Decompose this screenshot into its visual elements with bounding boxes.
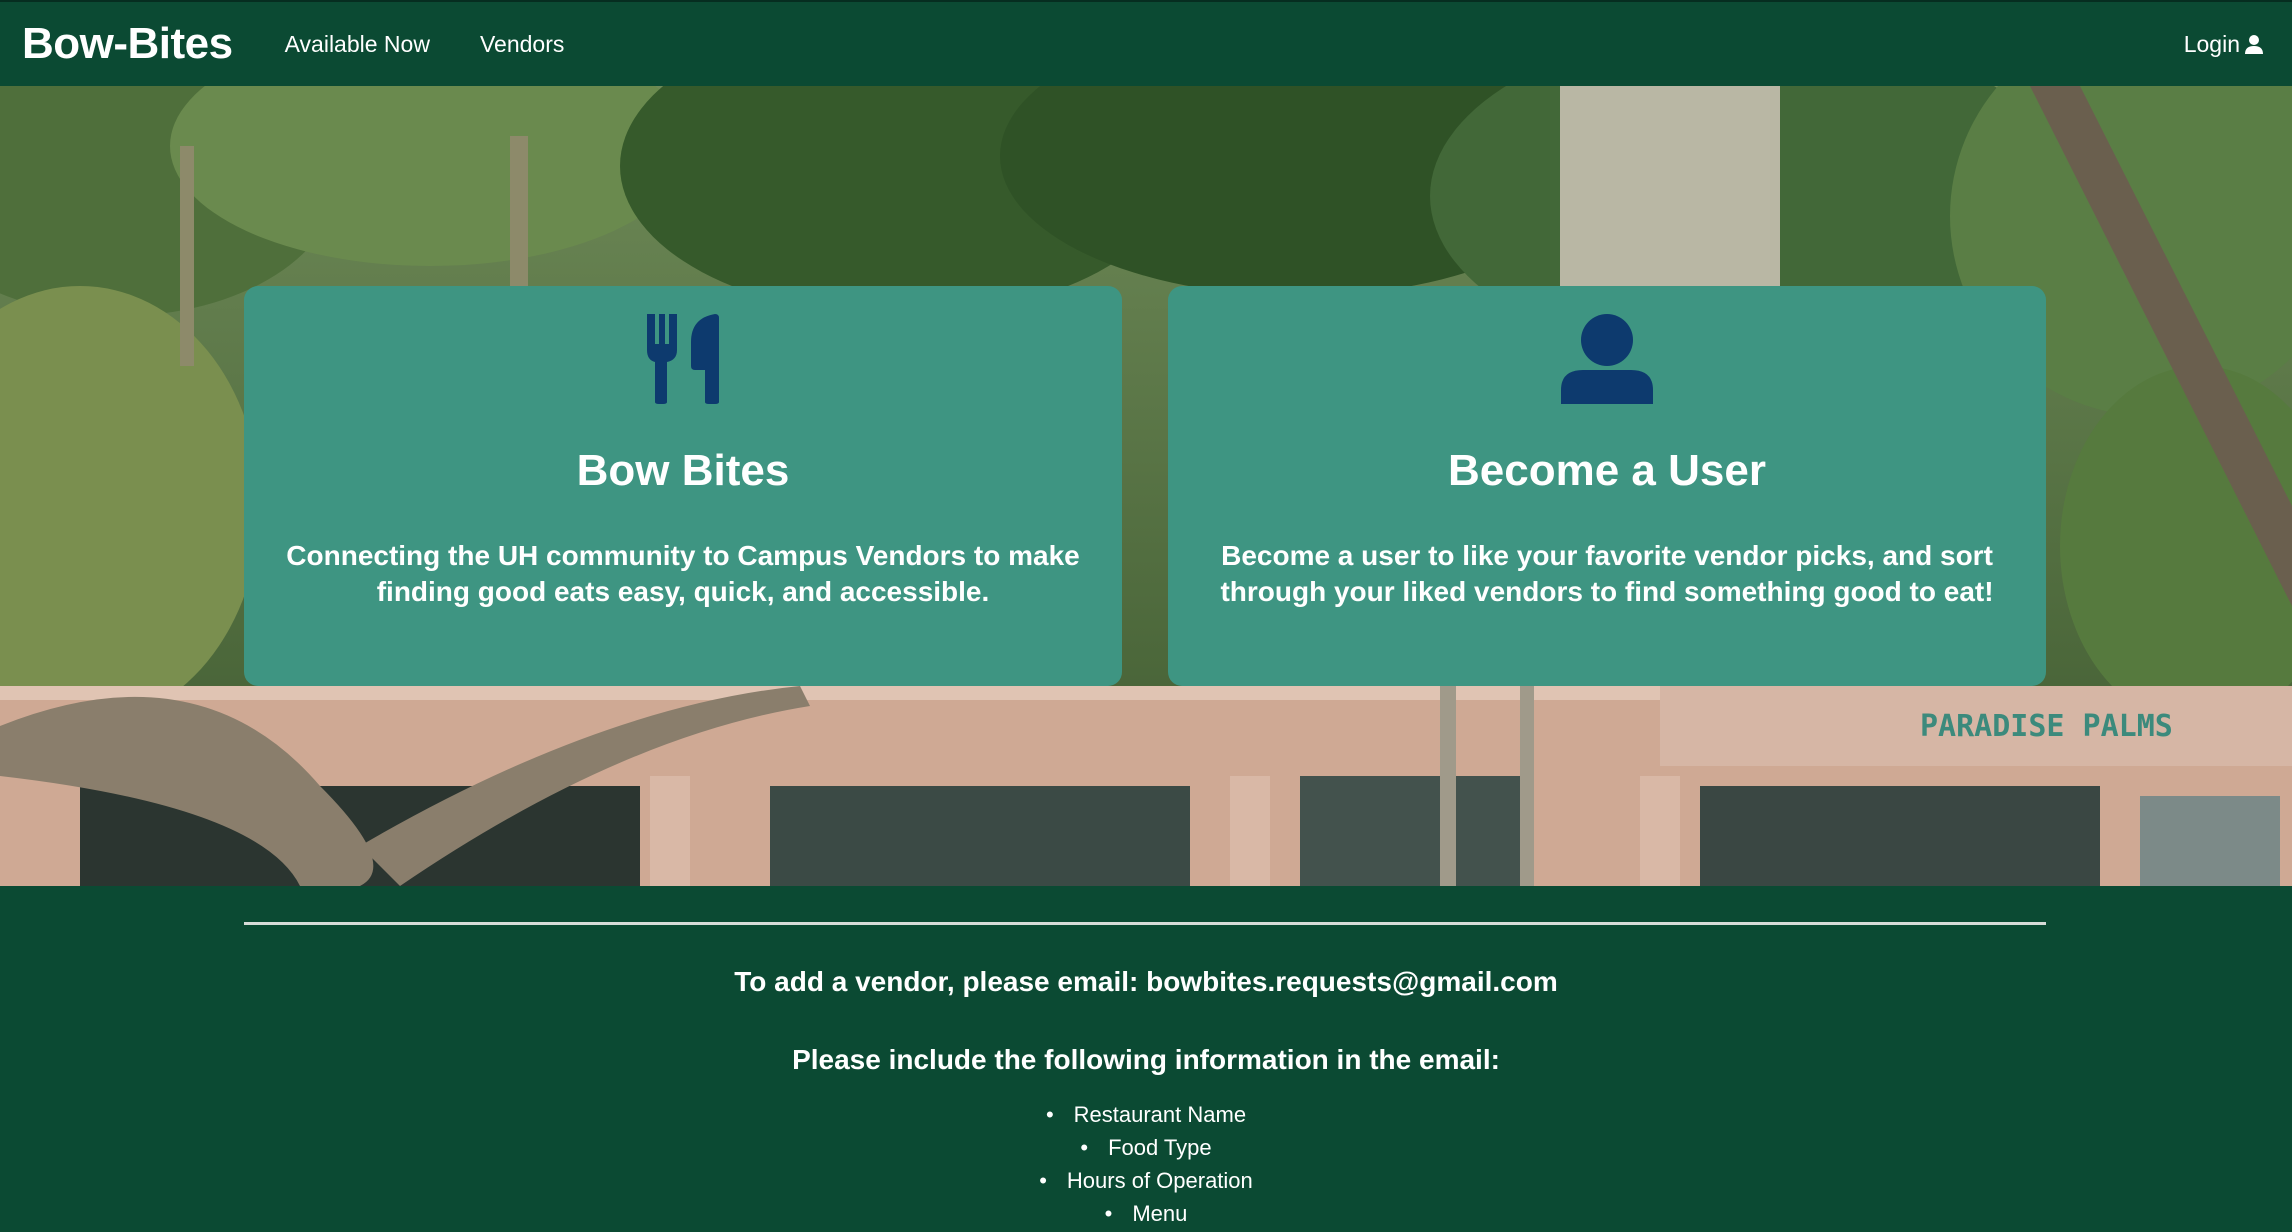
card-title: Become a User (1448, 446, 1766, 495)
become-user-card: Become a User Become a user to like your… (1168, 286, 2046, 686)
card-description: Become a user to like your favorite vend… (1220, 540, 1994, 607)
list-item: Hours of Operation (0, 1164, 2292, 1197)
list-item: Food Type (0, 1131, 2292, 1164)
login-dropdown[interactable]: Login (2184, 31, 2264, 58)
footer-divider (244, 922, 2046, 925)
svg-text:PARADISE PALMS: PARADISE PALMS (1920, 709, 2173, 744)
nav-link-available-now[interactable]: Available Now (285, 31, 430, 58)
card-description: Connecting the UH community to Campus Ve… (286, 540, 1080, 607)
list-item: Menu (0, 1197, 2292, 1230)
hero-section: PARADISE PALMS Bow Bites Connecting the … (0, 86, 2292, 886)
add-vendor-email-text: To add a vendor, please email: bowbites.… (734, 966, 1558, 997)
login-label: Login (2183, 30, 2240, 57)
list-item: Restaurant Name (0, 1098, 2292, 1131)
navbar: Bow-Bites Available Now Vendors Login (0, 0, 2292, 86)
email-info-heading: Please include the following information… (792, 1044, 1500, 1075)
user-icon (2245, 35, 2263, 54)
footer: To add a vendor, please email: bowbites.… (0, 886, 2292, 1232)
brand-logo-link[interactable]: Bow-Bites (22, 19, 233, 69)
about-card: Bow Bites Connecting the UH community to… (244, 286, 1122, 686)
utensils-icon (647, 314, 719, 404)
required-info-list: Restaurant Name Food Type Hours of Opera… (0, 1098, 2292, 1230)
user-icon (1561, 314, 1653, 404)
card-title: Bow Bites (576, 446, 790, 495)
nav-link-vendors[interactable]: Vendors (480, 31, 564, 58)
